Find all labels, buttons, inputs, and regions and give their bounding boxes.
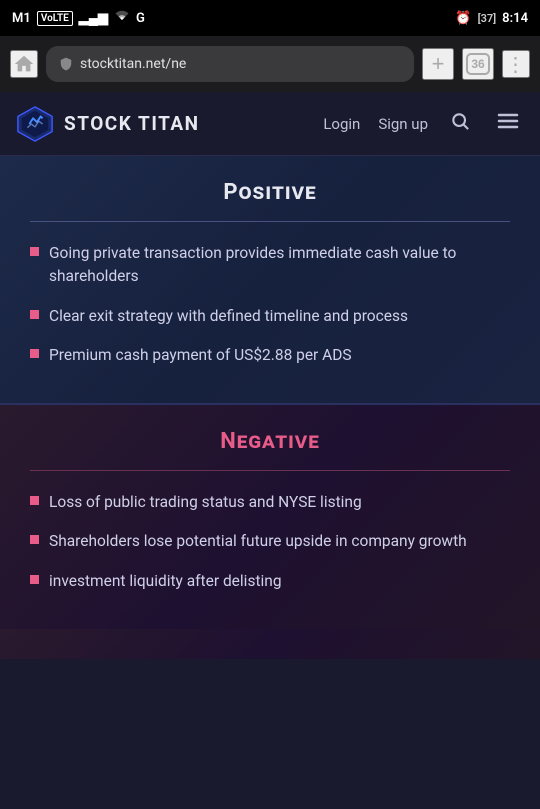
negative-bullet-1: Loss of public trading status and NYSE l… — [49, 491, 362, 514]
status-right: ⏰ [37] 8:14 — [455, 11, 528, 26]
browser-home-button[interactable] — [10, 50, 38, 78]
bullet-icon — [30, 310, 39, 319]
negative-bullet-3: investment liquidity after delisting — [49, 570, 282, 593]
list-item: investment liquidity after delisting — [30, 570, 510, 593]
url-security-icon — [58, 56, 74, 72]
bullet-icon — [30, 496, 39, 505]
search-button[interactable] — [446, 107, 474, 141]
negative-section-title: Negative — [30, 429, 510, 454]
list-item: Going private transaction provides immed… — [30, 242, 510, 289]
url-bar[interactable]: stocktitan.net/ne — [46, 46, 414, 82]
list-item: Clear exit strategy with defined timelin… — [30, 305, 510, 328]
browser-chrome: stocktitan.net/ne + 36 ⋮ — [0, 36, 540, 92]
logo-area: STOCK TITAN — [16, 105, 323, 143]
site-header: STOCK TITAN Login Sign up — [0, 92, 540, 156]
site-logo-text: STOCK TITAN — [64, 112, 200, 135]
negative-bullet-list: Loss of public trading status and NYSE l… — [30, 491, 510, 593]
time-display: 8:14 — [502, 11, 528, 26]
url-text: stocktitan.net/ne — [80, 56, 402, 72]
positive-divider — [30, 221, 510, 222]
tabs-button[interactable]: 36 — [462, 48, 494, 80]
positive-bullet-list: Going private transaction provides immed… — [30, 242, 510, 367]
bottom-spacer — [0, 629, 540, 659]
signal-icon: ▂▄▆ — [79, 10, 108, 26]
wifi-icon — [114, 10, 130, 26]
login-link[interactable]: Login — [323, 115, 360, 133]
hamburger-menu-button[interactable] — [492, 105, 524, 143]
logo-icon — [16, 105, 54, 143]
positive-section: Positive Going private transaction provi… — [0, 156, 540, 405]
status-bar: M1 VoLTE ▂▄▆ G ⏰ [37] 8:14 — [0, 0, 540, 36]
list-item: Loss of public trading status and NYSE l… — [30, 491, 510, 514]
signup-link[interactable]: Sign up — [378, 115, 428, 133]
battery-level: [37] — [478, 12, 497, 25]
battery-indicator: [37] — [478, 12, 497, 25]
negative-bullet-2: Shareholders lose potential future upsid… — [49, 530, 467, 553]
alarm-icon: ⏰ — [455, 11, 471, 26]
status-left: M1 VoLTE ▂▄▆ G — [12, 10, 145, 26]
tabs-count-badge: 36 — [466, 53, 490, 75]
carrier-label: M1 — [12, 11, 31, 26]
negative-divider — [30, 470, 510, 471]
main-content: Positive Going private transaction provi… — [0, 156, 540, 659]
positive-bullet-2: Clear exit strategy with defined timelin… — [49, 305, 408, 328]
negative-section: Negative Loss of public trading status a… — [0, 405, 540, 629]
browser-more-button[interactable]: ⋮ — [502, 50, 530, 78]
network-type: G — [136, 11, 145, 26]
bullet-icon — [30, 247, 39, 256]
list-item: Shareholders lose potential future upsid… — [30, 530, 510, 553]
bullet-icon — [30, 535, 39, 544]
positive-bullet-3: Premium cash payment of US$2.88 per ADS — [49, 344, 352, 367]
bullet-icon — [30, 349, 39, 358]
new-tab-button[interactable]: + — [422, 48, 454, 80]
site-nav: Login Sign up — [323, 105, 524, 143]
volte-badge: VoLTE — [37, 11, 73, 26]
positive-bullet-1: Going private transaction provides immed… — [49, 242, 510, 289]
positive-section-title: Positive — [30, 180, 510, 205]
list-item: Premium cash payment of US$2.88 per ADS — [30, 344, 510, 367]
bullet-icon — [30, 575, 39, 584]
